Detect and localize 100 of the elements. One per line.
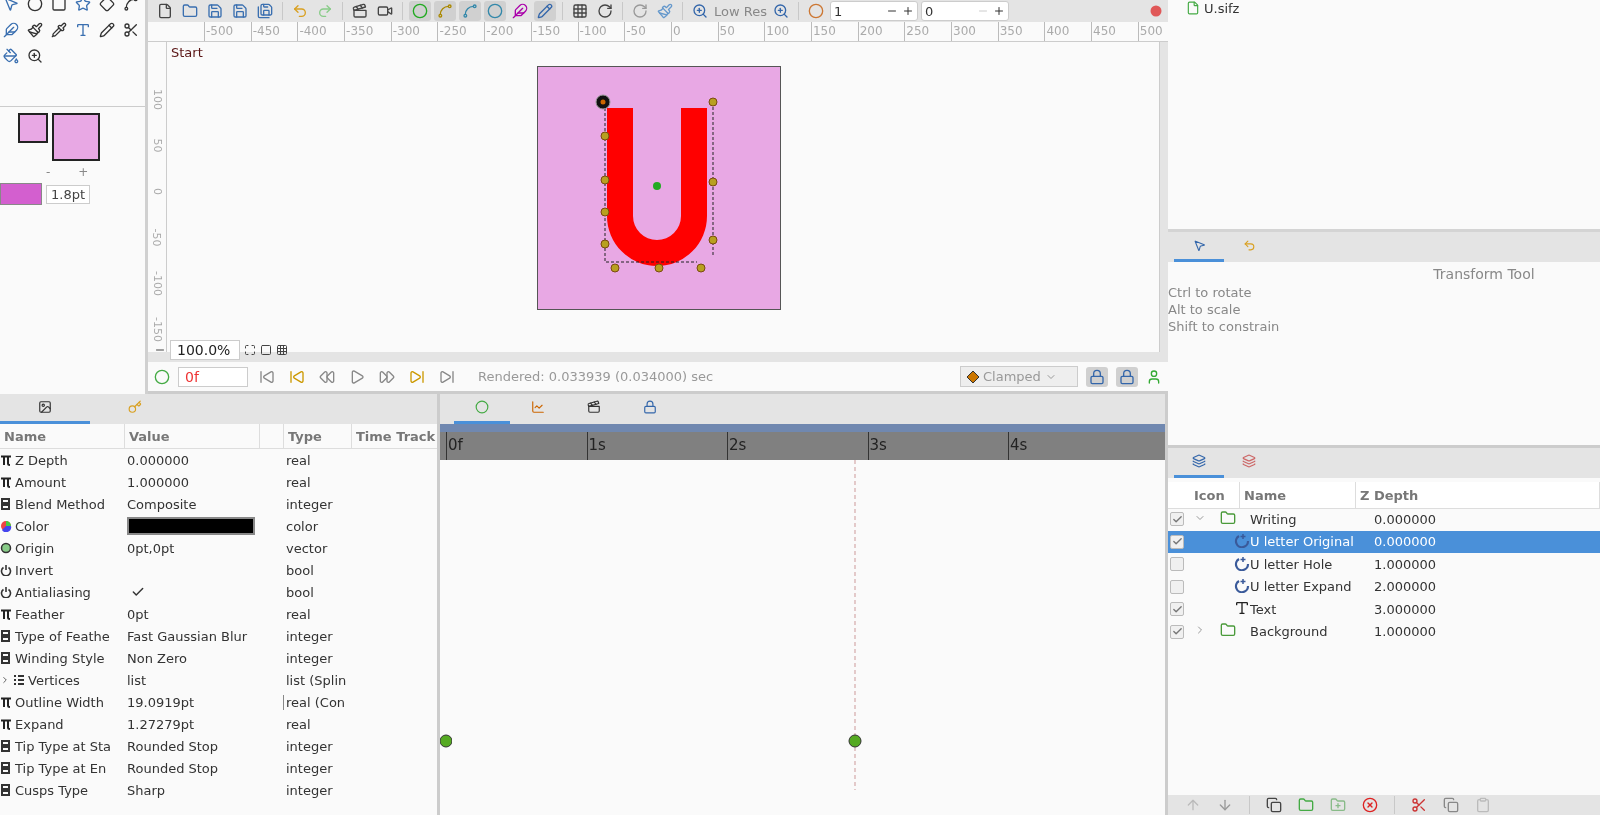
time-ruler[interactable]: 0f 1s 2s 3s 4s: [440, 432, 1165, 460]
param-type: color: [285, 518, 319, 534]
param-value[interactable]: Fast Gaussian Blur: [125, 628, 284, 644]
figure-icon: [1146, 368, 1162, 385]
param-name: Cusps Type: [15, 782, 89, 798]
render-status: Rendered: 0.033939 (0.034000) sec: [478, 369, 715, 384]
checkbox[interactable]: [1170, 534, 1184, 549]
param-value[interactable]: Rounded Stop: [125, 738, 284, 754]
param-value[interactable]: 19.0919pt: [125, 694, 284, 710]
column-header[interactable]: Value: [125, 424, 260, 448]
layer-name: Writing: [1250, 511, 1298, 527]
param-name: Antialiasing: [15, 584, 91, 600]
layer-row[interactable]: Background 1.000000: [1168, 620, 1600, 643]
list-icon: [13, 674, 25, 686]
fit-icon: [244, 344, 256, 356]
file-name[interactable]: U.sifz: [1204, 1, 1240, 16]
param-value[interactable]: Sharp: [125, 782, 284, 798]
param-name: Type of Feathe: [15, 628, 110, 644]
waypoint-icon[interactable]: [440, 734, 452, 748]
param-name: Expand: [15, 716, 64, 732]
enum-icon: [0, 783, 12, 797]
layer-name: U letter Original: [1250, 534, 1355, 550]
param-value[interactable]: Non Zero: [125, 650, 284, 666]
column-header[interactable]: Icon: [1190, 482, 1240, 508]
zoom-field[interactable]: 100.0%: [170, 340, 240, 360]
param-value[interactable]: list: [125, 672, 284, 688]
onion-future-field[interactable]: 0: [920, 1, 1009, 21]
pen-icon[interactable]: [534, 1, 556, 21]
param-value[interactable]: 0pt: [125, 606, 284, 622]
param-value[interactable]: 0.000000: [125, 452, 284, 468]
param-type: bool: [285, 584, 315, 600]
param-type: integer: [285, 782, 334, 798]
param-value[interactable]: Rounded Stop: [125, 760, 284, 776]
param-name: Outline Width: [15, 694, 104, 710]
layer-z-depth: 2.000000: [1374, 579, 1438, 595]
checkbox[interactable]: [1170, 557, 1184, 572]
param-name: Feather: [15, 606, 65, 622]
tool-hint: Shift to constrain: [1168, 318, 1281, 335]
enum-icon: [0, 497, 12, 511]
layers-icon: [1192, 454, 1206, 468]
tool-title: Transform Tool: [1432, 265, 1536, 284]
outline-color-swatch[interactable]: [18, 113, 48, 143]
stroke-width-field[interactable]: 1.8pt: [46, 184, 91, 204]
column-header[interactable]: Z Depth: [1356, 482, 1600, 508]
brush-width-preview: [0, 183, 42, 205]
param-row[interactable]: Invert bool: [0, 559, 437, 581]
param-value[interactable]: 0pt,0pt: [125, 540, 284, 556]
lock-icon[interactable]: [1116, 366, 1138, 387]
undo-icon: [1242, 238, 1256, 252]
param-name: Invert: [15, 562, 54, 578]
outline-layer-icon: [1234, 532, 1250, 549]
column-header[interactable]: Type: [284, 424, 352, 448]
graph-icon: [531, 400, 545, 414]
horizontal-ruler: -500 -450 -400 -350 -300 -250 -200 -150 -100 -50 0 50 100 150 200 250 300 350 400 450 500: [148, 22, 1168, 42]
checkbox[interactable]: [1170, 602, 1184, 617]
plus-icon[interactable]: [901, 5, 914, 17]
fill-color-swatch[interactable]: [52, 113, 100, 161]
pi-icon: [0, 454, 12, 466]
record-icon[interactable]: [1150, 5, 1162, 17]
curve-icon[interactable]: [459, 1, 481, 21]
checkbox[interactable]: [1170, 512, 1184, 527]
param-name: Amount: [15, 474, 67, 490]
param-value[interactable]: 1.000000: [125, 474, 284, 490]
checkbox[interactable]: [1170, 624, 1184, 639]
layer-name: U letter Expand: [1250, 579, 1353, 595]
param-type: integer: [285, 650, 334, 666]
layer-row[interactable]: Writing 0.000000: [1168, 508, 1600, 531]
plus-icon[interactable]: [992, 5, 1005, 17]
quality-label: Low Res: [714, 3, 767, 19]
param-value[interactable]: Composite: [125, 496, 284, 512]
key-icon: [128, 400, 142, 414]
vertical-ruler: 100 50 0 -50 -100 -150: [148, 42, 167, 352]
lock-icon[interactable]: [1086, 366, 1108, 387]
curve-icon[interactable]: [434, 1, 456, 21]
layer-name: U letter Hole: [1250, 556, 1334, 572]
param-value[interactable]: 1.27279pt: [125, 716, 284, 732]
column-header[interactable]: Name: [0, 424, 125, 448]
onion-past-field[interactable]: 1: [829, 1, 918, 21]
canvas-label: Start: [170, 44, 204, 62]
enum-icon: [0, 739, 12, 753]
layer-row[interactable]: U letter Expand 2.000000: [1168, 575, 1600, 598]
param-name: Color: [15, 518, 49, 534]
time-field[interactable]: 0f: [178, 366, 248, 387]
column-header[interactable]: Name: [1240, 482, 1356, 508]
checkbox[interactable]: [1170, 579, 1184, 594]
letter-u-drawing[interactable]: [537, 66, 781, 310]
layer-row[interactable]: Text 3.000000: [1168, 598, 1600, 621]
waypoint-icon[interactable]: [848, 734, 862, 748]
layer-z-depth: 0.000000: [1374, 534, 1438, 550]
circle-icon: [475, 400, 489, 414]
layer-row[interactable]: U letter Hole 1.000000: [1168, 553, 1600, 576]
param-type: integer: [285, 496, 334, 512]
param-name: Tip Type at En: [15, 760, 107, 776]
diamond-icon: [967, 370, 979, 383]
param-name: Blend Method: [15, 496, 105, 512]
param-type: real: [285, 606, 312, 622]
color-swatch[interactable]: [127, 517, 255, 535]
tool-hint: Alt to scale: [1168, 301, 1242, 318]
page-icon: [260, 344, 272, 356]
lock-icon: [643, 400, 657, 414]
